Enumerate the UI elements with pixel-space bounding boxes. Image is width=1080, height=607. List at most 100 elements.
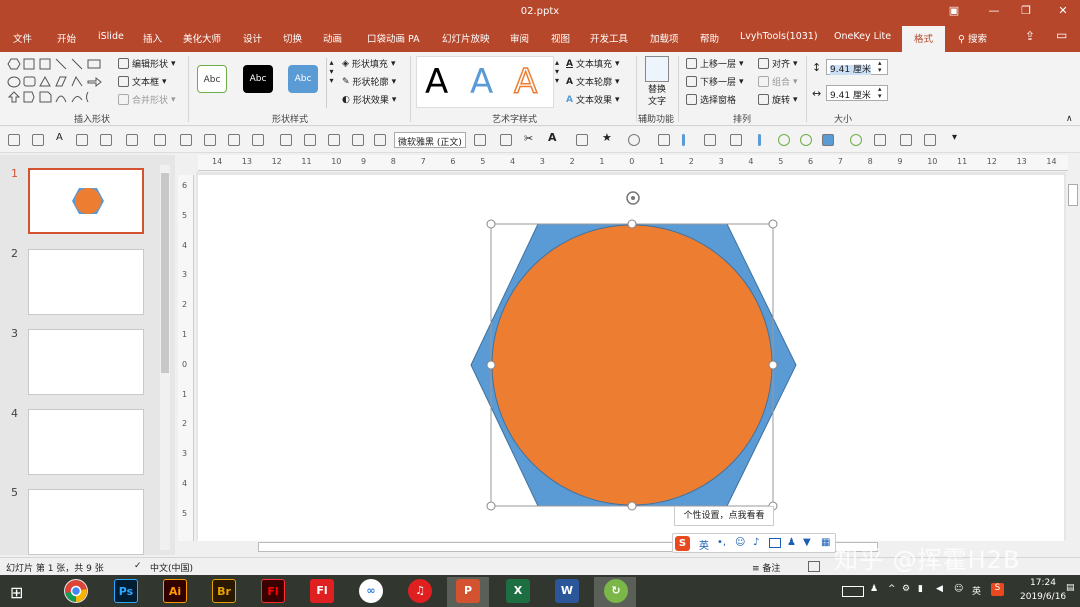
tab-transitions[interactable]: 切换 xyxy=(283,31,302,45)
netease-music-icon[interactable]: ♫ xyxy=(408,579,432,603)
toolbar-icon[interactable] xyxy=(328,134,340,146)
input-language[interactable]: 英 xyxy=(972,584,981,597)
keyboard-tray-icon[interactable] xyxy=(842,586,864,597)
shape-styles-more-button[interactable]: ▴ ▾ ▾ xyxy=(326,58,336,108)
emoji-icon[interactable]: ☺ xyxy=(735,537,745,548)
collapse-ribbon-icon[interactable]: ∧ xyxy=(1066,114,1073,124)
shape-effects-button[interactable]: ◐ 形状效果 ▾ xyxy=(342,93,396,107)
shape-style-black[interactable]: Abc xyxy=(243,65,273,93)
network-icon[interactable]: ⚙ xyxy=(902,584,910,594)
thumbnail-scrollbar[interactable] xyxy=(160,165,170,550)
toolbar-icon[interactable] xyxy=(900,134,912,146)
toolbar-icon[interactable] xyxy=(154,134,166,146)
people-icon[interactable]: ♟ xyxy=(870,584,878,594)
tab-addins[interactable]: 加载项 xyxy=(650,31,679,45)
toolbar-icon[interactable] xyxy=(758,134,761,146)
skin-icon[interactable]: ▼ xyxy=(803,537,811,548)
scrollbar-thumb[interactable] xyxy=(1068,184,1078,206)
star-icon[interactable]: ★ xyxy=(602,131,614,144)
toolbar-icon[interactable] xyxy=(474,134,486,146)
toolbar-icon[interactable] xyxy=(730,134,742,146)
scrollbar-thumb[interactable] xyxy=(161,173,169,373)
tab-pocket-animation[interactable]: 口袋动画 PA xyxy=(367,31,420,45)
signal-icon[interactable]: ▮ xyxy=(918,584,923,594)
close-button[interactable]: ✕ xyxy=(1054,3,1072,19)
toolbar-icon[interactable] xyxy=(352,134,364,146)
toolbar-icon[interactable] xyxy=(126,134,138,146)
normal-view-icon[interactable] xyxy=(808,561,820,572)
sogou-icon[interactable]: S xyxy=(675,536,690,551)
flash-player-icon[interactable]: Fl xyxy=(310,579,334,603)
mic-icon[interactable]: ♪ xyxy=(753,537,759,548)
customize-toolbar-icon[interactable]: ▾ xyxy=(952,132,964,144)
height-spinner-icon[interactable]: ▴ ▾ xyxy=(878,60,882,74)
ime-lang[interactable]: 英 xyxy=(699,537,709,552)
volume-icon[interactable]: ◀ xyxy=(936,584,943,594)
tab-lvyhtools[interactable]: LvyhTools(1031) xyxy=(740,31,818,42)
selection-pane-button[interactable]: 选择窗格 xyxy=(686,93,736,106)
chevron-up-icon[interactable]: ^ xyxy=(888,584,896,594)
slide-canvas[interactable] xyxy=(198,175,1064,541)
editor-vertical-scrollbar[interactable] xyxy=(1066,172,1080,542)
toolbar-icon[interactable] xyxy=(280,134,292,146)
slide-thumbnail[interactable] xyxy=(28,168,144,234)
tab-file[interactable]: 文件 xyxy=(13,31,32,45)
tab-islide[interactable]: iSlide xyxy=(98,31,124,42)
toolbar-icon[interactable] xyxy=(204,134,216,146)
bridge-icon[interactable]: Br xyxy=(212,579,236,603)
tab-insert[interactable]: 插入 xyxy=(143,31,162,45)
punctuation-icon[interactable]: •, xyxy=(717,537,726,548)
textbox-button[interactable]: 文本框 ▾ xyxy=(118,75,167,88)
keyboard-icon[interactable] xyxy=(769,538,781,548)
font-color-icon[interactable]: A xyxy=(548,131,560,144)
refresh-app-icon[interactable]: ↻ xyxy=(604,579,628,603)
toolbar-icon[interactable] xyxy=(850,134,862,146)
notification-icon[interactable]: ▤ xyxy=(1066,583,1075,593)
toolbar-icon[interactable] xyxy=(822,134,834,146)
word-icon[interactable]: W xyxy=(555,579,579,603)
slide-thumbnail[interactable] xyxy=(28,329,144,395)
toolbar-icon[interactable] xyxy=(180,134,192,146)
slide-thumbnail[interactable] xyxy=(28,489,144,555)
tab-developer[interactable]: 开发工具 xyxy=(590,31,628,45)
text-effects-button[interactable]: A 文本效果 ▾ xyxy=(566,93,620,107)
edit-shape-button[interactable]: 编辑形状 ▾ xyxy=(118,57,176,70)
toolbar-icon[interactable] xyxy=(924,134,936,146)
width-spinner-icon[interactable]: ▴ ▾ xyxy=(878,86,882,100)
tab-onekey[interactable]: OneKey Lite xyxy=(834,31,891,42)
clock-time[interactable]: 17:24 xyxy=(1030,578,1056,588)
proofing-icon[interactable]: ✓ xyxy=(134,561,142,571)
bring-forward-button[interactable]: 上移一层 ▾ xyxy=(686,57,744,70)
toolbar-icon[interactable] xyxy=(778,134,790,146)
sogou-tray-icon[interactable]: S xyxy=(991,583,1004,596)
excel-icon[interactable]: X xyxy=(506,579,530,603)
minimize-button[interactable]: — xyxy=(985,3,1003,19)
clock-date[interactable]: 2019/6/16 xyxy=(1020,592,1066,602)
toolbar-icon[interactable] xyxy=(100,134,112,146)
rotate-button[interactable]: 旋转 ▾ xyxy=(758,93,798,106)
text-outline-button[interactable]: A 文本轮廓 ▾ xyxy=(566,75,620,89)
powerpoint-icon[interactable]: P xyxy=(456,579,480,603)
toolbar-icon[interactable] xyxy=(228,134,240,146)
user-icon[interactable]: ♟ xyxy=(787,537,796,548)
notes-button[interactable]: ≡ 备注 xyxy=(752,561,780,574)
chat-tray-icon[interactable]: ☺ xyxy=(954,584,963,594)
toolbar-icon[interactable] xyxy=(682,134,685,146)
maximize-button[interactable]: ❐ xyxy=(1017,3,1035,19)
flash-icon[interactable]: Fl xyxy=(261,579,285,603)
shape-gallery[interactable] xyxy=(6,57,110,109)
toolbar-icon[interactable] xyxy=(704,134,716,146)
shape-style-white[interactable]: Abc xyxy=(197,65,227,93)
wordart-style-black[interactable]: A xyxy=(425,62,448,102)
comment-icon[interactable]: ▭ xyxy=(1056,28,1067,42)
chrome-icon[interactable] xyxy=(64,579,88,603)
illustrator-icon[interactable]: Ai xyxy=(163,579,187,603)
toolbar-icon[interactable] xyxy=(32,134,44,146)
search-box[interactable]: ⚲ 搜索 xyxy=(958,31,987,45)
font-color-icon[interactable]: A xyxy=(56,132,68,144)
slide-thumbnail[interactable] xyxy=(28,409,144,475)
font-select[interactable]: 微软雅黑 (正文) ▾ xyxy=(394,132,466,148)
toolbar-icon[interactable] xyxy=(874,134,886,146)
toolbar-icon[interactable] xyxy=(8,134,20,146)
text-fill-button[interactable]: A 文本填充 ▾ xyxy=(566,57,620,71)
